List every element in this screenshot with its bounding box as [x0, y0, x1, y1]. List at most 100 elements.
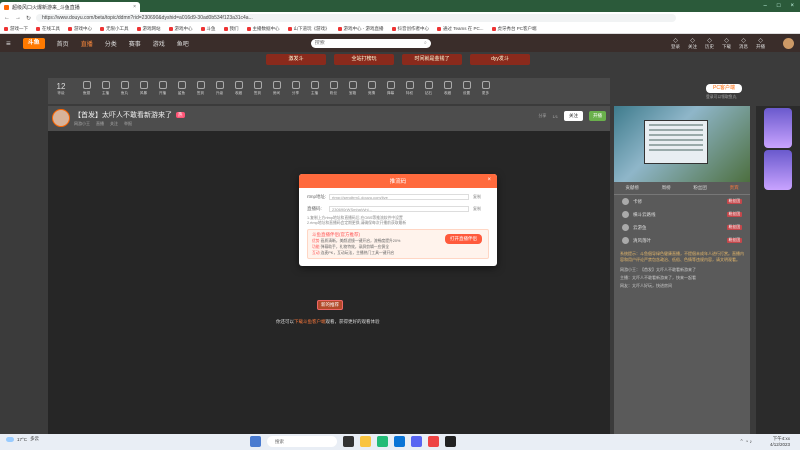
- site-nav-item[interactable]: 直播: [81, 39, 93, 48]
- menu-icon[interactable]: ≡: [6, 39, 11, 48]
- chrome-icon[interactable]: [377, 436, 388, 447]
- bookmark-item[interactable]: 虎牙秀台 PC客户端: [491, 26, 537, 32]
- toolbar-item[interactable]: 签到: [249, 81, 266, 96]
- toolbar-item[interactable]: 主播: [306, 81, 323, 96]
- url-field[interactable]: https://www.douyu.com/beta/topic/ddmn?ri…: [36, 14, 677, 22]
- float-card[interactable]: [764, 150, 792, 190]
- clock[interactable]: 下午4:xx 4/12/2023: [770, 436, 790, 448]
- chat-tab[interactable]: 周榜: [662, 185, 671, 191]
- toolbar-item[interactable]: 钻石: [420, 81, 437, 96]
- key-field[interactable]: 230690rWSmhaVyhl...: [329, 206, 469, 212]
- promo-button[interactable]: 激发斗: [266, 54, 326, 65]
- promo-button[interactable]: dyy发斗: [470, 54, 530, 65]
- search-icon[interactable]: ⌕: [424, 40, 427, 46]
- streamer-avatar[interactable]: [52, 109, 70, 127]
- minimize-icon[interactable]: –: [764, 3, 767, 9]
- share-stat[interactable]: 分享: [538, 113, 546, 119]
- site-nav-item[interactable]: 分类: [105, 39, 117, 48]
- avatar[interactable]: [783, 37, 794, 49]
- reload-icon[interactable]: ↻: [26, 15, 31, 22]
- toolbar-item[interactable]: 更多: [477, 81, 494, 96]
- toolbar-item[interactable]: 鱼丸: [116, 81, 133, 96]
- bookmark-item[interactable]: 抖音创作者中心: [391, 26, 429, 32]
- search-input[interactable]: [314, 40, 424, 46]
- browser-tab[interactable]: 超级风口火爆新游来_斗鱼直播 ×: [0, 2, 140, 12]
- app-icon[interactable]: [428, 436, 439, 447]
- toolbar-item[interactable]: 特权: [401, 81, 418, 96]
- toolbar-item[interactable]: 鲨鱼: [173, 81, 190, 96]
- taskbar-search[interactable]: 搜索: [267, 436, 337, 447]
- pc-client-button[interactable]: PC客户端: [706, 84, 742, 93]
- tab-close-icon[interactable]: ×: [133, 4, 136, 10]
- file-explorer-icon[interactable]: [360, 436, 371, 447]
- toolbar-item[interactable]: 鱼翅: [78, 81, 95, 96]
- toolbar-item[interactable]: 收藏: [439, 81, 456, 96]
- toolbar-item[interactable]: 收藏: [230, 81, 247, 96]
- promo-button[interactable]: 全站打榜玩: [334, 54, 394, 65]
- back-icon[interactable]: ←: [4, 15, 10, 21]
- download-link[interactable]: 下载斗鱼客户端: [294, 319, 326, 324]
- toolbar-item[interactable]: 宝箱: [344, 81, 361, 96]
- site-nav-item[interactable]: 首页: [57, 39, 69, 48]
- task-view-icon[interactable]: [343, 436, 354, 447]
- rtmp-field[interactable]: rtmp://sendtrm1.douyu.com/live: [329, 194, 469, 200]
- windows-start-icon[interactable]: [250, 436, 261, 447]
- float-card[interactable]: [764, 108, 792, 148]
- room-sub-item[interactable]: 举报: [124, 121, 132, 127]
- promo-button[interactable]: 时间就是金钱了: [402, 54, 462, 65]
- toolbar-item[interactable]: 设置: [458, 81, 475, 96]
- toolbar-item[interactable]: 弹幕: [382, 81, 399, 96]
- room-sub-item[interactable]: 关注: [110, 121, 118, 127]
- bookmark-item[interactable]: 我们: [223, 26, 239, 32]
- header-icon-button[interactable]: ◇ 关注: [688, 37, 697, 50]
- chat-tab[interactable]: 贡献榜: [625, 185, 639, 191]
- weather-widget[interactable]: 17°C 多云: [6, 436, 39, 442]
- site-search[interactable]: ⌕: [310, 38, 431, 48]
- bookmark-item[interactable]: 通过 Teams 在 PC...: [437, 26, 484, 32]
- site-nav-item[interactable]: 游戏: [153, 39, 165, 48]
- tray-icons[interactable]: ⌃ ◔ ♪: [740, 439, 753, 445]
- toolbar-item[interactable]: 粉丝: [325, 81, 342, 96]
- header-icon-button[interactable]: ◇ 登录: [671, 37, 680, 50]
- app-icon[interactable]: [411, 436, 422, 447]
- edge-icon[interactable]: [394, 436, 405, 447]
- copy-key-button[interactable]: 复制: [473, 206, 481, 212]
- chat-tab[interactable]: 粉丝团: [693, 185, 707, 191]
- bookmark-item[interactable]: 游戏中心: [168, 26, 193, 32]
- bookmark-item[interactable]: 游戏中心: [68, 26, 92, 32]
- maximize-icon[interactable]: □: [777, 3, 781, 9]
- stream-thumbnail[interactable]: [614, 106, 750, 182]
- bookmark-item[interactable]: 游戏中心 - 游戏直播: [337, 26, 384, 32]
- rank-item[interactable]: 清风落叶 粉丝团: [614, 234, 750, 247]
- recommend-button[interactable]: 新的推荐: [317, 300, 343, 310]
- site-logo[interactable]: 斗鱼: [22, 37, 45, 49]
- rank-item[interactable]: 横斗云路线 粉丝团: [614, 208, 750, 221]
- toolbar-item[interactable]: 房间: [268, 81, 285, 96]
- bookmark-item[interactable]: 主播数据中心: [246, 26, 280, 32]
- close-window-icon[interactable]: ×: [790, 3, 794, 9]
- header-icon-button[interactable]: ◇ 开播: [756, 37, 765, 50]
- bookmark-item[interactable]: 游戏一下: [4, 26, 28, 32]
- toolbar-item[interactable]: 分享: [287, 81, 304, 96]
- close-icon[interactable]: ×: [487, 177, 491, 183]
- open-companion-button[interactable]: 打开直播伴侣: [445, 234, 482, 244]
- bookmark-item[interactable]: 无限小工具: [100, 26, 129, 32]
- bookmark-item[interactable]: 游戏网站: [136, 26, 161, 32]
- obs-icon[interactable]: [445, 436, 456, 447]
- site-nav-item[interactable]: 赛事: [129, 39, 141, 48]
- toolbar-item[interactable]: 主播: [97, 81, 114, 96]
- toolbar-item[interactable]: 开播: [154, 81, 171, 96]
- room-sub-item[interactable]: 网游小王: [74, 121, 90, 127]
- bookmark-item[interactable]: 斗鱼: [200, 26, 216, 32]
- chat-tab[interactable]: 贵宾: [730, 185, 739, 191]
- toolbar-item[interactable]: 竞猜: [363, 81, 380, 96]
- rank-item[interactable]: 云游鱼 粉丝团: [614, 221, 750, 234]
- bookmark-item[interactable]: 山下道玩《游戏》: [287, 26, 330, 32]
- copy-rtmp-button[interactable]: 复制: [473, 194, 481, 200]
- rank-item[interactable]: 卡修 粉丝团: [614, 195, 750, 208]
- toolbar-item[interactable]: 风暴: [135, 81, 152, 96]
- header-icon-button[interactable]: ◇ 历史: [705, 37, 714, 50]
- forward-icon[interactable]: →: [15, 15, 21, 21]
- header-icon-button[interactable]: ◇ 消息: [739, 37, 748, 50]
- header-icon-button[interactable]: ◇ 下载: [722, 37, 731, 50]
